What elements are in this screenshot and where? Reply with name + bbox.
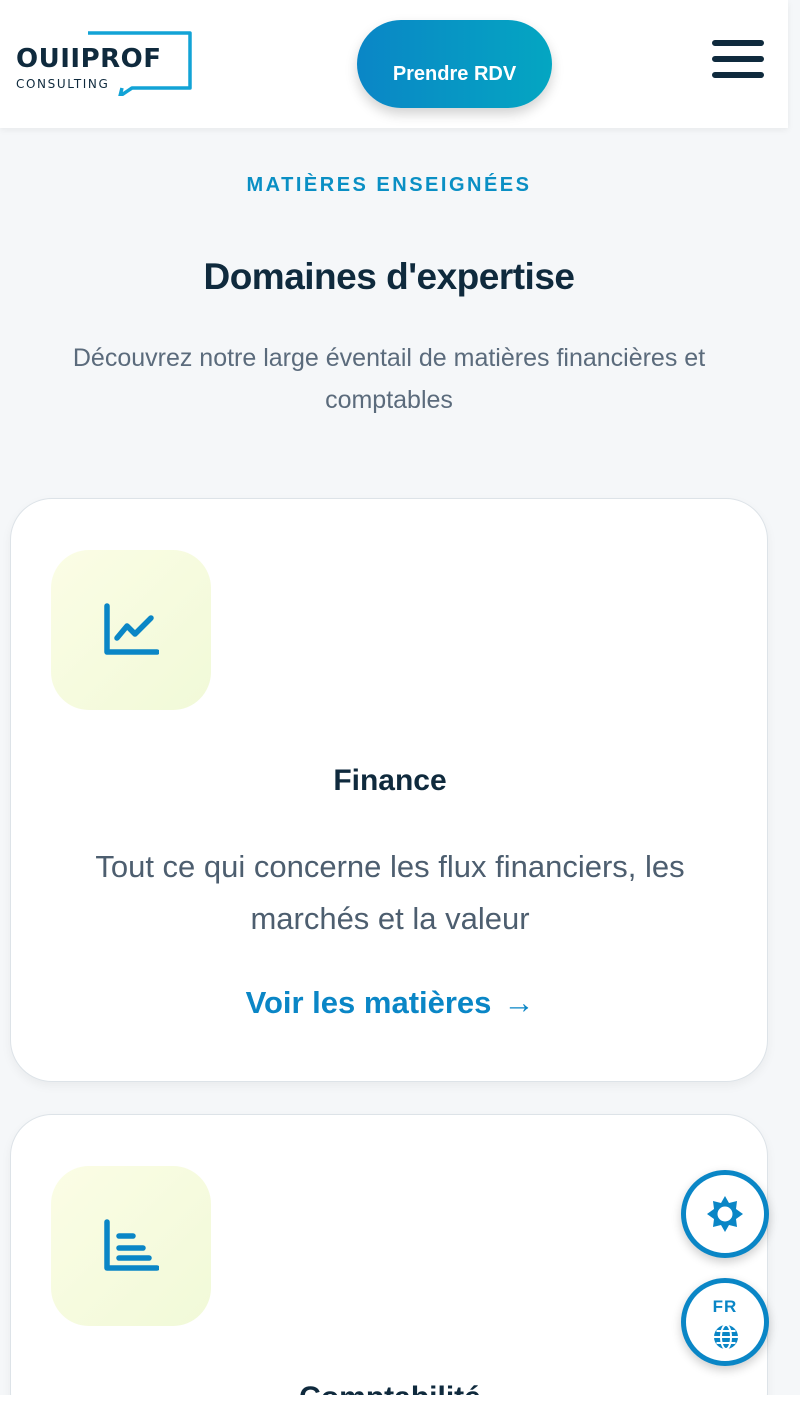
site-header: OUIIPROF CONSULTING Prendre RDV <box>0 0 788 128</box>
card-icon-box <box>51 1166 211 1326</box>
see-subjects-label: Voir les matières <box>245 985 492 1020</box>
card-icon-box <box>51 550 211 710</box>
card-title: Finance <box>333 764 447 797</box>
logo-wordmark: OUIIPROF <box>16 44 162 74</box>
globe-icon <box>714 1324 738 1350</box>
line-chart-icon <box>104 603 159 655</box>
hamburger-line <box>712 56 764 62</box>
language-code: FR <box>712 1297 738 1316</box>
language-switcher-button[interactable]: FR <box>681 1278 769 1366</box>
arrow-right-icon: → <box>503 985 535 1020</box>
section-subtitle: Découvrez notre large éventail de matièr… <box>72 344 706 414</box>
hamburger-line <box>712 72 764 78</box>
book-appointment-button[interactable]: Prendre RDV <box>357 20 552 108</box>
bar-list-icon <box>104 1219 159 1271</box>
menu-hamburger-icon[interactable] <box>712 38 766 80</box>
logo[interactable]: OUIIPROF CONSULTING <box>14 30 194 96</box>
section-title: Domaines d'expertise <box>203 256 575 297</box>
expertise-card-accounting: Comptabilité <box>10 1114 768 1402</box>
section-eyebrow: MATIÈRES ENSEIGNÉES <box>246 174 532 196</box>
bottom-edge <box>0 1395 800 1402</box>
expertise-card-finance: Finance Tout ce qui concerne les flux fi… <box>10 498 768 1082</box>
see-subjects-link[interactable]: Voir les matières → <box>11 985 769 1021</box>
hamburger-line <box>712 40 764 46</box>
accessibility-settings-button[interactable] <box>681 1170 769 1258</box>
logo-subtitle: CONSULTING <box>16 77 110 91</box>
gear-icon <box>707 1196 743 1232</box>
page: OUIIPROF CONSULTING Prendre RDV MATIÈRES… <box>0 0 800 1402</box>
card-description: Tout ce qui concerne les flux financiers… <box>95 849 685 936</box>
